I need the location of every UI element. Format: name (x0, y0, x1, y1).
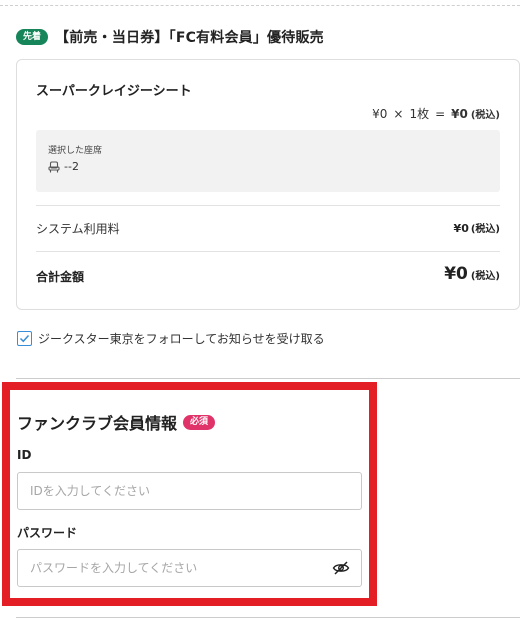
eye-slash-icon (332, 561, 350, 575)
fanclub-section-header: ファンクラブ会員情報 必須 (17, 410, 216, 434)
equals-sign: = (435, 107, 446, 121)
sale-header: 先着 【前売・当日券】「FC有料会員」優待販売 (16, 27, 324, 47)
section-divider (16, 617, 520, 618)
password-input[interactable] (17, 549, 362, 587)
id-label: ID (17, 448, 32, 462)
toggle-password-visibility-button[interactable] (331, 558, 351, 578)
total-label: 合計金額 (36, 270, 85, 284)
selected-seat-box: 選択した座席 --2 (36, 130, 500, 192)
selected-seat-label: 選択した座席 (48, 146, 103, 156)
first-come-badge: 先着 (16, 29, 49, 45)
total-tax-note: (税込) (470, 271, 500, 282)
times-sign: × (393, 107, 404, 121)
quantity: 1枚 (409, 107, 430, 121)
follow-checkbox[interactable] (17, 331, 32, 346)
tax-note: (税込) (470, 110, 500, 121)
ticket-summary-card: スーパークレイジーシート ¥0 × 1枚 = ¥0 (税込) 選択した座席 --… (16, 59, 520, 310)
system-fee-label: システム利用料 (36, 222, 120, 236)
check-icon (19, 334, 30, 343)
total-value: ¥0 (税込) (444, 264, 500, 284)
follow-label: ジークスター東京をフォローしてお知らせを受け取る (38, 332, 325, 346)
selected-seat-row: --2 (48, 160, 79, 173)
top-dashed-divider (0, 5, 520, 6)
follow-checkbox-row[interactable]: ジークスター東京をフォローしてお知らせを受け取る (17, 330, 325, 347)
required-badge: 必須 (183, 414, 216, 430)
seat-icon (48, 160, 60, 172)
divider (36, 251, 500, 252)
total-amount: ¥0 (444, 264, 468, 284)
unit-price: ¥0 (372, 107, 388, 121)
system-fee-tax-note: (税込) (470, 224, 500, 235)
system-fee-value: ¥0 (税込) (454, 220, 500, 235)
id-input[interactable] (17, 472, 362, 510)
system-fee-amount: ¥0 (453, 222, 469, 235)
section-divider (16, 378, 520, 379)
price-calculation: ¥0 × 1枚 = ¥0 (税込) (372, 105, 500, 122)
password-label: パスワード (17, 526, 78, 540)
subtotal: ¥0 (451, 107, 468, 121)
divider (36, 205, 500, 206)
sale-title: 【前売・当日券】「FC有料会員」優待販売 (55, 30, 324, 46)
selected-seat-value: --2 (64, 160, 79, 173)
fanclub-title: ファンクラブ会員情報 (17, 414, 178, 433)
seat-type-name: スーパークレイジーシート (36, 84, 192, 99)
